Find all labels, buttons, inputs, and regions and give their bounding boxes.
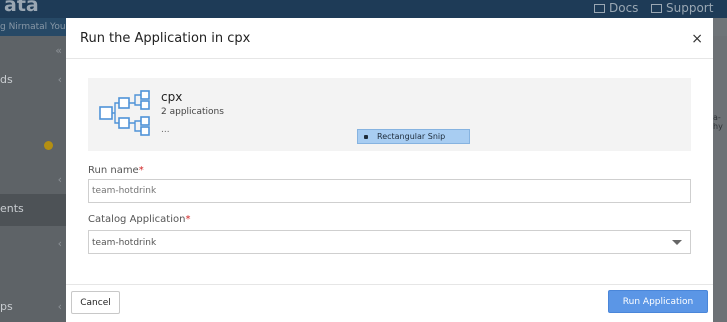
- snip-label: Rectangular Snip: [377, 132, 446, 141]
- run-application-button[interactable]: Run Application: [608, 290, 708, 313]
- background-topbar: ata Docs Support: [0, 0, 727, 18]
- run-name-label: Run name*: [88, 165, 144, 176]
- chevron-left-icon: ‹: [57, 300, 62, 313]
- chat-icon: [651, 4, 662, 13]
- modal-title: Run the Application in cpx: [80, 31, 251, 46]
- catalog-application-label-text: Catalog Application: [88, 214, 186, 225]
- sidebar-item-2-label: ents: [0, 202, 24, 215]
- application-tree-icon: [99, 90, 150, 136]
- background-subbar: g Nirmatal You: [0, 18, 66, 36]
- close-icon[interactable]: ×: [691, 31, 703, 47]
- catalog-application-value: team-hotdrink: [92, 238, 157, 248]
- brand-logo-text: ata: [4, 0, 39, 16]
- application-summary: cpx 2 applications ... Rectangular Snip: [88, 78, 691, 151]
- sidebar-item-3: ps ‹: [0, 300, 66, 313]
- warning-badge-icon: [44, 141, 53, 150]
- catalog-application-select[interactable]: team-hotdrink: [88, 230, 691, 254]
- book-icon: [594, 4, 605, 13]
- run-application-modal: Run the Application in cpx × cpx 2 appli…: [66, 18, 713, 322]
- sidebar-item-3-label: ps: [0, 300, 13, 313]
- required-mark: *: [138, 165, 144, 176]
- rectangular-snip-overlay[interactable]: Rectangular Snip: [357, 129, 470, 144]
- sidebar-item-1-label: ds: [0, 73, 13, 86]
- modal-footer: Cancel Run Application: [66, 284, 713, 322]
- snip-icon: [364, 135, 368, 139]
- support-link-label: Support: [666, 1, 714, 15]
- modal-header: Run the Application in cpx ×: [66, 18, 713, 59]
- background-sidebar: « ds ‹ ‹ ents ‹ ps ‹: [0, 36, 66, 322]
- catalog-application-label: Catalog Application*: [88, 214, 190, 225]
- application-more: ...: [161, 125, 170, 135]
- run-name-label-text: Run name: [88, 165, 139, 176]
- docs-link-label: Docs: [609, 1, 639, 15]
- application-count: 2 applications: [161, 107, 224, 117]
- required-mark: *: [185, 214, 191, 225]
- application-name: cpx: [161, 90, 183, 104]
- subbar-text: g Nirmatal You: [0, 22, 66, 32]
- docs-link: Docs: [594, 1, 638, 15]
- chevron-left-icon: ‹: [57, 237, 62, 250]
- sidebar-item-2: ents: [0, 194, 66, 226]
- caret-down-icon: [672, 240, 682, 245]
- run-name-input[interactable]: [88, 179, 691, 203]
- background-right-panel: [713, 36, 727, 322]
- support-link: Support: [651, 1, 713, 15]
- chevron-left-icon: ‹: [57, 73, 62, 86]
- chevron-left-icon: ‹: [57, 173, 62, 186]
- cancel-button[interactable]: Cancel: [71, 291, 120, 314]
- sidebar-item-1: ds ‹: [0, 73, 66, 86]
- collapse-chevron-icon: «: [55, 44, 62, 57]
- background-right-text: a-hy: [713, 113, 723, 131]
